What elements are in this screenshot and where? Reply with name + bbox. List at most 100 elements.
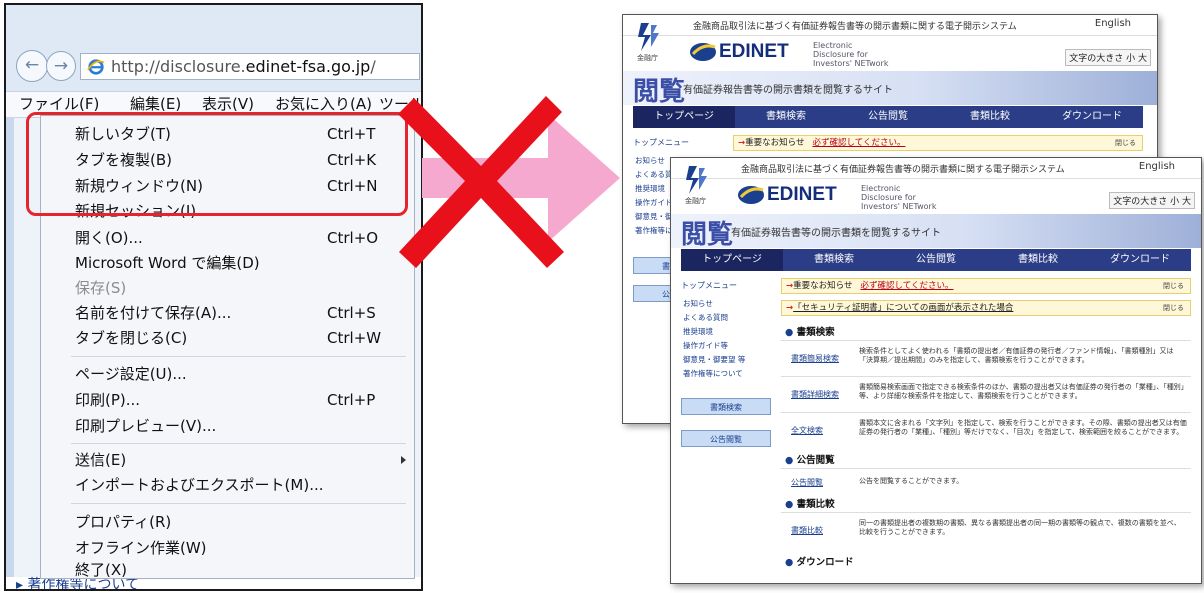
- etsuran-subtitle: 有価証券報告書等の開示書類を閲覧するサイト: [731, 228, 941, 239]
- sidebar-button-koukoku[interactable]: 公告閲覧: [681, 430, 771, 447]
- list-item: 全文検索 書類本文に含まれる「文字列」を指定して、検索を行うことができます。その…: [781, 412, 1191, 449]
- background-page: [6, 117, 14, 577]
- nav-compare[interactable]: 書類比較: [939, 106, 1041, 128]
- sidebar-link[interactable]: お知らせ: [635, 155, 665, 166]
- sidebar-link[interactable]: 御意見・御要望 等: [683, 354, 745, 365]
- menu-item-import-export[interactable]: インポートおよびエクスポート(M)...: [41, 472, 414, 498]
- ie-logo-icon: [87, 59, 105, 75]
- menu-item-print[interactable]: 印刷(P)... Ctrl+P: [41, 387, 414, 413]
- address-suffix: /: [370, 57, 376, 76]
- address-prefix: http://disclosure.: [111, 57, 246, 76]
- top-bar: 金融商品取引法に基づく有価証券報告書等の開示書類に関する電子開示システム Eng…: [623, 15, 1157, 36]
- notice-link[interactable]: 必ず確認してください。: [812, 138, 905, 148]
- menu-separator: [71, 503, 406, 504]
- sidebar-button-search[interactable]: 書類検索: [681, 398, 771, 415]
- row-link[interactable]: 全文検索: [791, 425, 823, 436]
- nav-bar: トップページ 書類検索 公告閲覧 書類比較 ダウンロード: [633, 106, 1143, 128]
- important-notice: →重要なお知らせ 必ず確認してください。 閉じる: [781, 278, 1191, 294]
- menu-item-page-setup[interactable]: ページ設定(U)...: [41, 361, 414, 387]
- nav-bar: トップページ 書類検索 公告閲覧 書類比較 ダウンロード: [681, 249, 1191, 271]
- fsa-label: 金融庁: [685, 197, 706, 205]
- section-title: ● 書類比較: [785, 499, 835, 510]
- address-domain: edinet-fsa.go.jp: [245, 57, 371, 76]
- browser-toolbar: ← → http://disclosure.edinet-fsa.go.jp/: [6, 5, 421, 91]
- browser-window: ← → http://disclosure.edinet-fsa.go.jp/ …: [4, 3, 423, 591]
- menu-item-send[interactable]: 送信(E): [41, 447, 414, 473]
- english-link[interactable]: English: [1095, 18, 1131, 29]
- menu-separator: [71, 356, 406, 357]
- sidebar-link[interactable]: 推奨環境: [635, 183, 665, 194]
- sidebar-link[interactable]: 著作権等について: [683, 368, 743, 379]
- english-link[interactable]: English: [1139, 161, 1175, 172]
- edinet-brand: EDINET: [767, 184, 837, 205]
- menu-item-print-preview[interactable]: 印刷プレビュー(V)...: [41, 413, 414, 439]
- sidebar-link[interactable]: 推奨環境: [683, 326, 713, 337]
- sidebar-title: トップメニュー: [633, 138, 689, 147]
- menu-item-save: 保存(S): [75, 279, 127, 297]
- arrow-left-icon: ←: [24, 55, 40, 75]
- etsuran-title: 閲覧: [633, 77, 686, 107]
- edinet-brand-sub: Electronic Disclosure for Investors' NET…: [813, 41, 889, 68]
- menu-item-open[interactable]: 開く(O)... Ctrl+O: [41, 225, 414, 251]
- menu-item-save-as[interactable]: 名前を付けて保存(A)... Ctrl+S: [41, 300, 414, 326]
- arrow-right-icon: →: [53, 56, 69, 76]
- font-size-control[interactable]: 文字の大きさ 小 大: [1109, 192, 1195, 209]
- etsuran-subtitle: 有価証券報告書等の開示書類を閲覧するサイト: [683, 85, 893, 96]
- back-button[interactable]: ←: [16, 50, 48, 82]
- sidebar-link[interactable]: お知らせ: [683, 298, 713, 309]
- highlight-rectangle: [26, 112, 408, 216]
- fsa-logo-icon: [638, 23, 659, 51]
- row-link[interactable]: 書類比較: [791, 525, 823, 536]
- background-page-bottom: ▸ 著作権等について: [6, 577, 421, 589]
- row-description: 検索条件としてよく使われる「書類の提出者／有価証券の発行者／ファンド情報」、「書…: [859, 347, 1174, 364]
- row-description: 書類簡易検索画面で指定できる検索条件のほか、書類の提出者又は有価証券の発行者の「…: [859, 383, 1185, 400]
- submenu-arrow-icon: [401, 456, 406, 464]
- address-bar[interactable]: http://disclosure.edinet-fsa.go.jp/: [80, 53, 420, 80]
- top-bar: 金融商品取引法に基づく有価証券報告書等の開示書類に関する電子開示システム Eng…: [671, 158, 1201, 179]
- red-cross-icon: [398, 96, 564, 268]
- row-link[interactable]: 書類簡易検索: [791, 353, 839, 364]
- sidebar-title: トップメニュー: [681, 281, 737, 290]
- list-item: 公告閲覧 公告を閲覧することができます。: [781, 468, 1191, 495]
- nav-koukoku[interactable]: 公告閲覧: [885, 249, 987, 271]
- section-title: ● ダウンロード: [785, 557, 854, 568]
- notice-link[interactable]: 必ず確認してください。: [860, 281, 953, 291]
- top-line-text: 金融商品取引法に基づく有価証券報告書等の開示書類に関する電子開示システム: [693, 22, 1017, 32]
- fsa-label: 金融庁: [637, 54, 658, 62]
- row-link[interactable]: 書類詳細検索: [791, 389, 839, 400]
- list-item: 書類詳細検索 書類簡易検索画面で指定できる検索条件のほか、書類の提出者又は有価証…: [781, 376, 1191, 413]
- fsa-logo-icon: [686, 166, 707, 194]
- nav-search[interactable]: 書類検索: [783, 249, 885, 271]
- section-title: ● 公告閲覧: [785, 455, 835, 466]
- sidebar-link[interactable]: 操作ガイド等: [683, 340, 728, 351]
- menu-item-work-offline[interactable]: オフライン作業(W): [41, 535, 414, 561]
- row-description: 書類本文に含まれる「文字列」を指定して、検索を行うことができます。その際、書類の…: [859, 419, 1187, 436]
- important-notice: →重要なお知らせ 必ず確認してください。 閉じる: [733, 135, 1143, 151]
- edinet-mark-icon: [690, 43, 716, 61]
- sidebar-link[interactable]: よくある質問: [683, 312, 728, 323]
- certificate-notice[interactable]: →「セキュリティ証明書」についての画面が表示された場合 閉じる: [781, 300, 1191, 316]
- nav-download[interactable]: ダウンロード: [1041, 106, 1143, 128]
- section-title: ● 書類検索: [785, 327, 835, 338]
- edinet-brand-sub: Electronic Disclosure for Investors' NET…: [861, 184, 937, 211]
- nav-search[interactable]: 書類検索: [735, 106, 837, 128]
- menu-item-exit[interactable]: 終了(X): [41, 561, 414, 579]
- nav-compare[interactable]: 書類比較: [987, 249, 1089, 271]
- row-link[interactable]: 公告閲覧: [791, 477, 823, 488]
- edinet-brand: EDINET: [719, 41, 789, 62]
- nav-top[interactable]: トップページ: [633, 106, 735, 128]
- menu-item-properties[interactable]: プロパティ(R): [41, 509, 414, 535]
- edinet-mark-icon: [738, 186, 764, 204]
- menu-separator: [71, 443, 406, 444]
- nav-koukoku[interactable]: 公告閲覧: [837, 106, 939, 128]
- top-line-text: 金融商品取引法に基づく有価証券報告書等の開示書類に関する電子開示システム: [741, 165, 1065, 175]
- etsuran-title: 閲覧: [681, 220, 734, 250]
- font-size-control[interactable]: 文字の大きさ 小 大: [1065, 49, 1151, 66]
- nav-download[interactable]: ダウンロード: [1089, 249, 1191, 271]
- forward-button[interactable]: →: [46, 51, 76, 81]
- list-item: 書類簡易検索 検索条件としてよく使われる「書類の提出者／有価証券の発行者／ファン…: [781, 340, 1191, 377]
- row-description: 公告を閲覧することができます。: [859, 477, 964, 485]
- menu-item-edit-in-word[interactable]: Microsoft Word で編集(D): [41, 250, 414, 276]
- menu-item-close-tab[interactable]: タブを閉じる(C) Ctrl+W: [41, 325, 414, 351]
- nav-top[interactable]: トップページ: [681, 249, 783, 271]
